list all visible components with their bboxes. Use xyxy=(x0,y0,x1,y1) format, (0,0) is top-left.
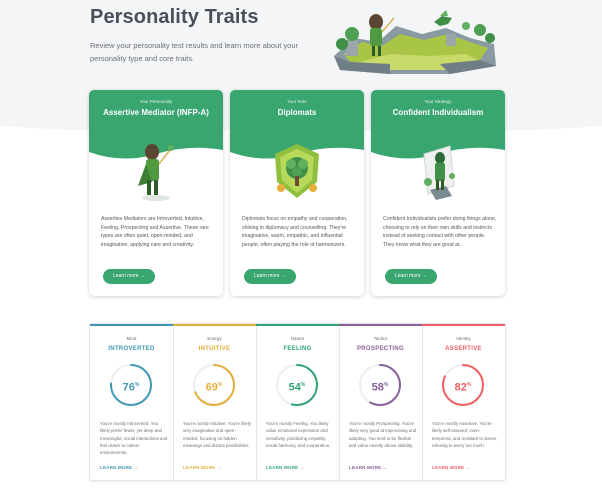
page-title: Personality Traits xyxy=(90,6,259,28)
trait-description: You're mostly Feeling. You likely value … xyxy=(266,421,331,448)
trait-percent: 58% xyxy=(371,381,389,394)
card-kicker: Your Personality xyxy=(139,99,173,104)
trait-value: INTROVERTED xyxy=(108,346,155,352)
trait-color-bar xyxy=(339,324,422,326)
trait-value: INTUITIVE xyxy=(198,346,231,352)
learn-more-button[interactable]: Learn more → xyxy=(385,269,437,284)
trait-description: You're mostly Prospecting. You're likely… xyxy=(349,421,417,448)
learn-more-link[interactable]: LEARN MORE → xyxy=(183,465,221,470)
trait-category: Nature xyxy=(290,336,305,341)
learn-more-link[interactable]: LEARN MORE → xyxy=(432,465,470,470)
card-title: Assertive Mediator (INFP-A) xyxy=(103,108,209,117)
card-title: Confident Individualism xyxy=(392,108,484,117)
card-personality: Your Personality Assertive Mediator (INF… xyxy=(89,90,223,296)
trait-description: You're mostly Introverted. You likely pr… xyxy=(100,421,168,456)
hero-landscape-illustration xyxy=(334,10,496,74)
traits-panel: Mind INTROVERTED 76% You're mostly Intro… xyxy=(89,323,506,481)
card-title: Diplomats xyxy=(277,108,317,117)
learn-more-link[interactable]: LEARN MORE → xyxy=(349,465,387,470)
trait-value: FEELING xyxy=(283,346,312,352)
trait-percent-value: 82 xyxy=(454,381,467,394)
card-kicker: Your Role xyxy=(287,99,307,104)
trait-category: Mind xyxy=(126,336,137,341)
trait-percent: 76% xyxy=(122,381,140,394)
trait-mind: Mind INTROVERTED 76% You're mostly Intro… xyxy=(90,324,174,480)
trait-category: Tactics xyxy=(373,336,388,341)
learn-more-link[interactable]: LEARN MORE → xyxy=(266,465,304,470)
trait-identity: Identity ASSERTIVE 82% You're mostly Ass… xyxy=(422,324,505,480)
trait-percent: 69% xyxy=(205,381,223,394)
trait-nature: Nature FEELING 54% You're mostly Feeling… xyxy=(256,324,340,480)
card-description: Assertive Mediators are Introverted, Int… xyxy=(101,216,209,248)
card-strategy: Your Strategy Confident Individualism Co… xyxy=(371,90,505,296)
trait-tactics: Tactics PROSPECTING 58% You're mostly Pr… xyxy=(339,324,423,480)
trait-percent: 82% xyxy=(454,381,472,394)
trait-description: You're mostly Assertive. You're likely s… xyxy=(432,421,498,448)
learn-more-button[interactable]: Learn more → xyxy=(244,269,296,284)
diplomats-emblem-icon xyxy=(275,144,319,198)
trait-category: Energy xyxy=(207,336,222,341)
trait-percent-value: 76 xyxy=(122,381,135,394)
trait-energy: Energy INTUITIVE 69% You're mostly Intui… xyxy=(173,324,257,480)
trait-color-bar xyxy=(173,324,256,326)
trait-value: ASSERTIVE xyxy=(445,346,482,352)
individualism-scene-icon xyxy=(423,145,455,200)
trait-description: You're mostly Intuitive. You're likely v… xyxy=(183,421,251,448)
trait-percent: 54% xyxy=(288,381,306,394)
page-subtitle: Review your personality test results and… xyxy=(90,41,299,63)
learn-more-button[interactable]: Learn more → xyxy=(103,269,155,284)
trait-percent-value: 58 xyxy=(371,381,384,394)
trait-value: PROSPECTING xyxy=(357,346,404,352)
card-role: Your Role Diplomats Diplomats focus on e… xyxy=(230,90,364,296)
card-kicker: Your Strategy xyxy=(424,99,452,104)
card-description: Confident Individualists prefer doing th… xyxy=(383,216,497,248)
card-description: Diplomats focus on empathy and cooperati… xyxy=(242,216,348,248)
trait-color-bar xyxy=(256,324,339,326)
learn-more-link[interactable]: LEARN MORE → xyxy=(100,465,138,470)
trait-percent-value: 54 xyxy=(288,381,301,394)
mediator-figure-icon xyxy=(138,144,174,201)
trait-color-bar xyxy=(422,324,505,326)
trait-color-bar xyxy=(90,324,173,326)
trait-percent-value: 69 xyxy=(205,381,218,394)
trait-category: Identity xyxy=(456,336,471,341)
